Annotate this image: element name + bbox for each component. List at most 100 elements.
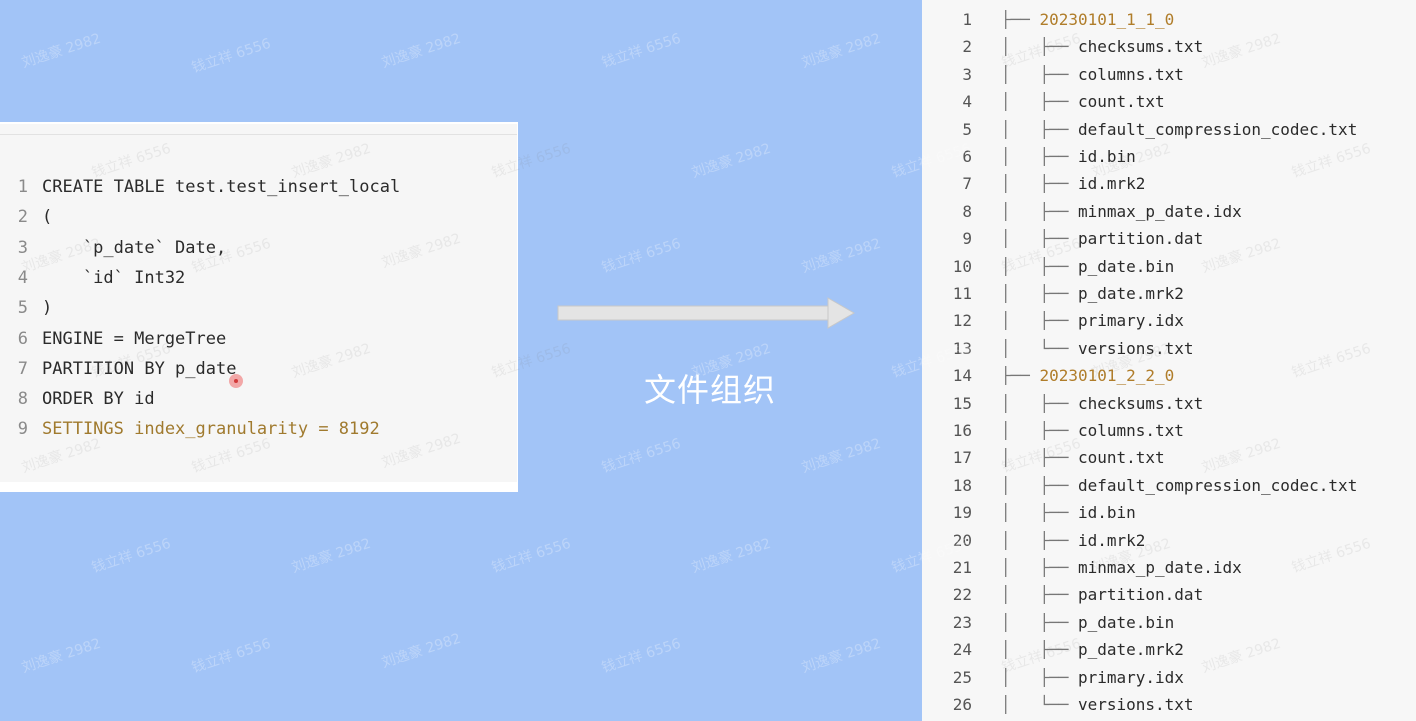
line-number: 19 <box>952 503 972 523</box>
file-name: p_date.mrk2 <box>1077 284 1184 303</box>
tree-branch-glyph: │ ├── <box>1000 667 1078 687</box>
tree-branch-glyph: │ ├── <box>1000 448 1078 468</box>
tree-branch-glyph: │ ├── <box>1000 229 1078 249</box>
tree-branch-glyph: │ ├── <box>1000 174 1078 194</box>
tree-file-row: 6 │ ├── id.bin <box>922 143 1136 170</box>
line-number: 22 <box>952 585 972 605</box>
line-number: 8 <box>962 201 972 221</box>
file-name: columns.txt <box>1077 421 1184 440</box>
tree-branch-glyph: │ ├── <box>1000 147 1078 166</box>
tree-branch-glyph: │ └── <box>1000 338 1078 358</box>
tree-branch-glyph: │ ├── <box>1000 284 1078 303</box>
folder-name: 20230101_2_2_0 <box>1039 366 1175 386</box>
line-number: 16 <box>952 421 972 440</box>
sql-line: 5) <box>0 293 53 323</box>
tree-file-row: 25 │ ├── primary.idx <box>922 664 1184 691</box>
tree-file-row: 3 │ ├── columns.txt <box>922 61 1184 88</box>
tree-branch-glyph: │ ├── <box>1000 612 1078 632</box>
watermark-text: 刘逸豪 2982 <box>19 30 103 72</box>
watermark-text: 刘逸豪 2982 <box>799 235 883 277</box>
line-number: 4 <box>962 92 972 112</box>
file-name: partition.dat <box>1077 229 1204 249</box>
tree-file-row: 11 │ ├── p_date.mrk2 <box>922 280 1184 307</box>
line-number: 13 <box>952 338 972 358</box>
watermark-text: 刘逸豪 2982 <box>689 535 773 577</box>
caption-file-organization: 文件组织 <box>643 371 776 409</box>
sql-code-text: ORDER BY id <box>42 389 155 410</box>
line-number: 3 <box>17 237 28 258</box>
tree-branch-glyph: │ ├── <box>1000 119 1078 139</box>
watermark-text: 刘逸豪 2982 <box>289 535 373 577</box>
file-name: primary.idx <box>1077 667 1184 687</box>
file-name: minmax_p_date.idx <box>1077 558 1242 577</box>
watermark-text: 钱立祥 6556 <box>599 30 683 72</box>
watermark-text: 刘逸豪 2982 <box>19 635 103 677</box>
tree-branch-glyph: │ ├── <box>1000 37 1078 57</box>
line-number: 26 <box>952 695 972 714</box>
tree-folder-row: 14 ├── 20230101_2_2_0 <box>922 362 1175 389</box>
sql-line: 2( <box>0 202 53 232</box>
tree-file-row: 19 │ ├── id.bin <box>922 499 1136 526</box>
line-number: 15 <box>952 393 972 413</box>
sql-line: 7 PARTITION BY p_date <box>0 354 237 384</box>
tree-branch-glyph: │ ├── <box>1000 640 1078 660</box>
tree-branch-glyph: ├── <box>1000 366 1040 386</box>
sql-code-text: `p_date` Date, <box>42 237 227 258</box>
tree-file-row: 17 │ ├── count.txt <box>922 444 1165 471</box>
tree-file-row: 13 │ └── versions.txt <box>922 335 1194 362</box>
watermark-text: 钱立祥 6556 <box>489 535 573 577</box>
watermark-text: 刘逸豪 2982 <box>799 635 883 677</box>
line-number: 24 <box>952 640 972 660</box>
tree-branch-glyph: │ ├── <box>1000 530 1078 550</box>
file-name: versions.txt <box>1077 338 1194 358</box>
tree-file-row: 12 │ ├── primary.idx <box>922 307 1184 334</box>
line-number: 5 <box>17 298 28 319</box>
tree-branch-glyph: │ ├── <box>1000 311 1078 331</box>
watermark-text: 刘逸豪 2982 <box>379 30 463 72</box>
watermark-text: 刘逸豪 2982 <box>689 140 773 182</box>
file-name: count.txt <box>1077 448 1165 468</box>
line-number: 11 <box>952 284 972 303</box>
tree-file-row: 9 │ ├── partition.dat <box>922 225 1203 252</box>
file-name: id.mrk2 <box>1077 174 1146 194</box>
tree-branch-glyph: │ ├── <box>1000 558 1078 577</box>
tree-branch-glyph: │ ├── <box>1000 201 1078 221</box>
sql-line: 9 SETTINGS index_granularity = 8192 <box>0 414 380 444</box>
line-number: 23 <box>952 612 972 632</box>
watermark-text: 钱立祥 6556 <box>189 635 273 677</box>
line-number: 7 <box>962 174 972 194</box>
tree-branch-glyph: │ ├── <box>1000 92 1078 112</box>
file-name: id.bin <box>1077 147 1136 166</box>
watermark-text: 刘逸豪 2982 <box>799 435 883 477</box>
sql-code-text: `id` Int32 <box>42 267 186 288</box>
sql-code-text: SETTINGS index_granularity = 8192 <box>42 419 380 440</box>
line-number: 8 <box>17 389 28 410</box>
line-number: 12 <box>952 311 972 331</box>
watermark-text: 钱立祥 6556 <box>599 635 683 677</box>
sql-line: 1 CREATE TABLE test.test_insert_local <box>0 172 400 202</box>
line-number: 2 <box>962 37 972 57</box>
right-arrow-icon <box>557 297 856 329</box>
file-name: minmax_p_date.idx <box>1077 201 1242 221</box>
sql-code-text: ) <box>42 298 53 319</box>
line-number: 21 <box>952 558 972 577</box>
tree-file-row: 16 │ ├── columns.txt <box>922 417 1184 444</box>
line-number: 18 <box>952 475 972 495</box>
sql-line: 8 ORDER BY id <box>0 384 155 414</box>
file-name: p_date.bin <box>1077 256 1175 276</box>
line-number: 1 <box>962 10 972 29</box>
tree-file-row: 7 │ ├── id.mrk2 <box>922 170 1145 197</box>
